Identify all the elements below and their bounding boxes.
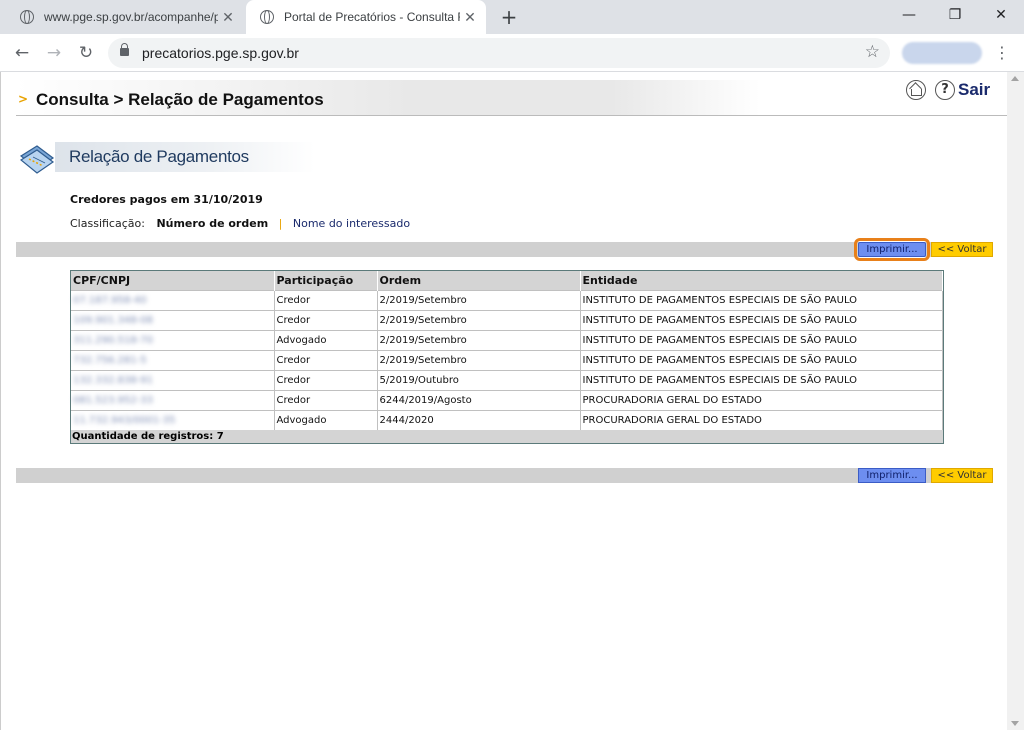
tab-title: www.pge.sp.gov.br/acompanhe/p bbox=[44, 10, 218, 24]
cell-cpf: 311.290.518-70 bbox=[71, 329, 275, 350]
action-bar-bottom bbox=[16, 468, 993, 483]
chevron-right-icon: > bbox=[18, 92, 29, 106]
table-row: 311.290.518-70 Advogado 2/2019/Setembro … bbox=[71, 329, 943, 350]
forward-arrow-icon[interactable]: → bbox=[41, 40, 67, 66]
record-count: Quantidade de registros: 7 bbox=[72, 431, 224, 442]
cell-ordem: 2/2019/Setembro bbox=[377, 349, 581, 370]
home-icon[interactable] bbox=[906, 80, 926, 100]
browser-tab-pge[interactable]: www.pge.sp.gov.br/acompanhe/p ✕ bbox=[6, 0, 244, 34]
payments-table: CPF/CNPJ Participação Ordem Entidade 07.… bbox=[70, 270, 944, 444]
page-title: Consulta > Relação de Pagamentos bbox=[36, 90, 324, 109]
cell-entidade: INSTITUTO DE PAGAMENTOS ESPECIAIS DE SÃO… bbox=[580, 349, 943, 370]
cell-cpf: 081.523.952-33 bbox=[71, 389, 275, 410]
cell-ordem: 2444/2020 bbox=[377, 409, 581, 430]
browser-tab-portal[interactable]: Portal de Precatórios - Consulta F ✕ bbox=[246, 0, 486, 34]
cell-cpf: 11.732.943/0001-35 bbox=[71, 409, 275, 430]
sort-by-order-selected: Número de ordem bbox=[156, 217, 269, 230]
cell-participacao: Credor bbox=[274, 289, 378, 310]
cell-entidade: PROCURADORIA GERAL DO ESTADO bbox=[580, 389, 943, 410]
logout-link[interactable]: Sair bbox=[958, 80, 990, 100]
table-row: 132.332.838-91 Credor 5/2019/Outubro INS… bbox=[71, 369, 943, 390]
browser-menu-icon[interactable]: ⋮ bbox=[994, 40, 1010, 66]
document-stack-icon bbox=[19, 145, 55, 174]
browser-toolbar: ← → ↻ precatorios.pge.sp.gov.br ☆ ⋮ bbox=[0, 34, 1024, 72]
cell-participacao: Credor bbox=[274, 369, 378, 390]
cell-entidade: INSTITUTO DE PAGAMENTOS ESPECIAIS DE SÃO… bbox=[580, 309, 943, 330]
tab-close-icon[interactable]: ✕ bbox=[460, 9, 480, 26]
column-header-ordem: Ordem bbox=[377, 271, 581, 290]
table-row: 081.523.952-33 Credor 6244/2019/Agosto P… bbox=[71, 389, 943, 410]
sort-by-name-link[interactable]: Nome do interessado bbox=[293, 217, 410, 230]
help-icon[interactable]: ? bbox=[935, 80, 955, 100]
globe-icon bbox=[20, 10, 34, 24]
lock-icon bbox=[120, 43, 129, 56]
column-header-cpf: CPF/CNPJ bbox=[71, 271, 275, 290]
table-row: 109.901.348-08 Credor 2/2019/Setembro IN… bbox=[71, 309, 943, 330]
scroll-up-arrow-icon[interactable] bbox=[1011, 76, 1019, 81]
bookmark-star-icon[interactable]: ☆ bbox=[865, 42, 880, 62]
payment-date-label: Credores pagos em 31/10/2019 bbox=[70, 193, 263, 206]
print-button-bottom[interactable]: Imprimir... bbox=[858, 468, 926, 483]
cell-cpf: 109.901.348-08 bbox=[71, 309, 275, 330]
separator: | bbox=[278, 217, 283, 230]
cell-entidade: INSTITUTO DE PAGAMENTOS ESPECIAIS DE SÃO… bbox=[580, 329, 943, 350]
cell-cpf: 07.187.958-40 bbox=[71, 289, 275, 310]
column-header-entidade: Entidade bbox=[580, 271, 943, 290]
browser-tab-strip: www.pge.sp.gov.br/acompanhe/p ✕ Portal d… bbox=[0, 0, 1024, 34]
table-row: 07.187.958-40 Credor 2/2019/Setembro INS… bbox=[71, 289, 943, 310]
scroll-down-arrow-icon[interactable] bbox=[1011, 721, 1019, 726]
minimize-icon[interactable]: — bbox=[886, 0, 932, 30]
new-tab-icon[interactable]: + bbox=[498, 5, 520, 29]
globe-icon bbox=[260, 10, 274, 24]
section-heading: Relação de Pagamentos bbox=[55, 142, 315, 172]
print-button-top[interactable]: Imprimir... bbox=[854, 238, 930, 261]
table-header-row: CPF/CNPJ Participação Ordem Entidade bbox=[71, 271, 943, 290]
column-header-participacao: Participação bbox=[274, 271, 378, 290]
cell-entidade: INSTITUTO DE PAGAMENTOS ESPECIAIS DE SÃO… bbox=[580, 369, 943, 390]
vertical-scrollbar[interactable] bbox=[1007, 72, 1024, 730]
profile-avatar[interactable] bbox=[902, 42, 982, 64]
cell-participacao: Credor bbox=[274, 309, 378, 330]
window-close-icon[interactable]: ✕ bbox=[978, 0, 1024, 30]
cell-participacao: Credor bbox=[274, 349, 378, 370]
cell-ordem: 2/2019/Setembro bbox=[377, 329, 581, 350]
cell-participacao: Credor bbox=[274, 389, 378, 410]
back-button-top[interactable]: << Voltar bbox=[931, 242, 993, 257]
cell-entidade: INSTITUTO DE PAGAMENTOS ESPECIAIS DE SÃO… bbox=[580, 289, 943, 310]
cell-entidade: PROCURADORIA GERAL DO ESTADO bbox=[580, 409, 943, 430]
address-bar[interactable]: precatorios.pge.sp.gov.br ☆ bbox=[108, 38, 890, 68]
table-row: 11.732.943/0001-35 Advogado 2444/2020 PR… bbox=[71, 409, 943, 430]
address-url: precatorios.pge.sp.gov.br bbox=[142, 45, 299, 61]
header-divider bbox=[16, 115, 1008, 116]
cell-cpf: 132.332.838-91 bbox=[71, 369, 275, 390]
back-arrow-icon[interactable]: ← bbox=[9, 40, 35, 66]
page-viewport: > Consulta > Relação de Pagamentos ? Sai… bbox=[0, 72, 1024, 730]
classification-label: Classificação: bbox=[70, 217, 145, 230]
reload-icon[interactable]: ↻ bbox=[73, 40, 99, 66]
section-title: Relação de Pagamentos bbox=[69, 147, 249, 166]
cell-cpf: 732.756.281-5 bbox=[71, 349, 275, 370]
table-row: 732.756.281-5 Credor 2/2019/Setembro INS… bbox=[71, 349, 943, 370]
cell-ordem: 6244/2019/Agosto bbox=[377, 389, 581, 410]
cell-participacao: Advogado bbox=[274, 409, 378, 430]
page-header: > Consulta > Relação de Pagamentos bbox=[16, 80, 1008, 116]
tab-close-icon[interactable]: ✕ bbox=[218, 9, 238, 26]
classification-row: Classificação: Número de ordem | Nome do… bbox=[70, 217, 410, 230]
back-button-bottom[interactable]: << Voltar bbox=[931, 468, 993, 483]
cell-ordem: 2/2019/Setembro bbox=[377, 309, 581, 330]
cell-participacao: Advogado bbox=[274, 329, 378, 350]
action-bar-top bbox=[16, 242, 993, 257]
cell-ordem: 5/2019/Outubro bbox=[377, 369, 581, 390]
restore-icon[interactable]: ❐ bbox=[932, 0, 978, 30]
cell-ordem: 2/2019/Setembro bbox=[377, 289, 581, 310]
tab-title: Portal de Precatórios - Consulta F bbox=[284, 10, 460, 24]
